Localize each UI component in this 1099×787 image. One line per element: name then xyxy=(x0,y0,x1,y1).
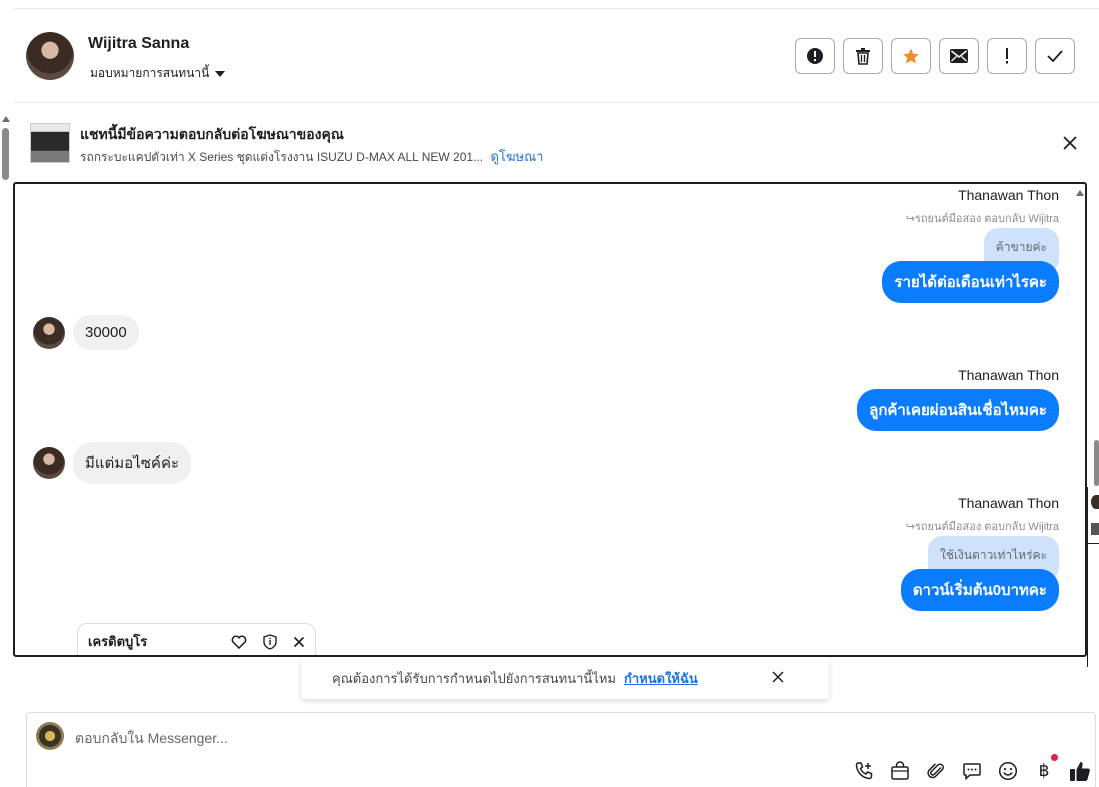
incoming-message[interactable]: 30000 xyxy=(73,315,139,350)
page-avatar xyxy=(36,722,64,750)
divider xyxy=(1088,543,1099,544)
mark-unread-button[interactable] xyxy=(939,38,979,74)
payment-button[interactable]: ฿ xyxy=(1033,754,1058,782)
left-scrollbar[interactable] xyxy=(0,110,12,787)
view-ad-link[interactable]: ดูโฆษณา xyxy=(490,149,543,164)
reminder-text: คุณต้องการได้รับการกำหนดไปยังการสนทนานี้… xyxy=(332,670,616,686)
avatar[interactable] xyxy=(33,447,65,479)
follow-up-button[interactable] xyxy=(987,38,1027,74)
outgoing-message[interactable]: ดาวน์เริ่มต้น0บาทคะ xyxy=(900,569,1059,611)
alert-circle-icon xyxy=(807,48,823,64)
messenger-inbox-page: Wijitra Sanna มอบหมายการสนทนานี้ แชทนี้ม… xyxy=(0,0,1099,787)
sender-name: Thanawan Thon xyxy=(958,187,1059,203)
star-icon xyxy=(903,48,919,64)
contact-name[interactable]: Wijitra Sanna xyxy=(88,35,189,53)
like-button[interactable] xyxy=(1069,760,1091,782)
saved-reply-icon xyxy=(963,763,981,781)
emoji-icon xyxy=(998,761,1018,781)
close-banner-button[interactable] xyxy=(1061,134,1079,152)
assign-reminder: คุณต้องการได้รับการกำหนดไปยังการสนทนานี้… xyxy=(301,657,829,699)
thread-scrollbar[interactable] xyxy=(1075,184,1085,655)
close-icon xyxy=(1063,136,1077,150)
shop-button[interactable] xyxy=(889,760,911,782)
close-icon[interactable] xyxy=(293,636,305,648)
ad-banner-subtitle: รถกระบะแคปตัวเท่า X Series ชุดแต่งโรงงาน… xyxy=(80,146,543,167)
outgoing-message[interactable]: รายได้ต่อเดือนเท่าไรคะ xyxy=(882,261,1059,303)
baht-icon: ฿ xyxy=(1038,761,1050,780)
incoming-message-row: มีแต่มอไซค์ค่ะ xyxy=(33,442,192,484)
ad-reply-banner: แชทนี้มีข้อความตอบกลับต่อโฆษณาของคุณ รถก… xyxy=(14,110,1099,176)
reply-composer[interactable]: ตอบกลับใน Messenger... ฿ xyxy=(26,712,1096,787)
trash-icon xyxy=(856,48,870,65)
side-panel-edge xyxy=(1087,487,1099,667)
shield-info-icon[interactable] xyxy=(263,633,277,650)
ad-thumbnail[interactable] xyxy=(30,123,70,163)
composer-toolbar: ฿ xyxy=(853,754,1091,782)
star-button[interactable] xyxy=(891,38,931,74)
outgoing-message[interactable]: ลูกค้าเคยผ่อนสินเชื่อไหมคะ xyxy=(857,389,1059,431)
reply-context: ↪รถยนต์มือสอง ตอบกลับ Wijitra xyxy=(905,213,1059,225)
ad-thumbnail xyxy=(1091,523,1099,535)
credit-bureau-tab[interactable]: เครดิตบูโร xyxy=(77,623,316,655)
ad-description: รถกระบะแคปตัวเท่า X Series ชุดแต่งโรงงาน… xyxy=(80,150,484,164)
phone-plus-icon xyxy=(855,762,873,780)
scroll-up-arrow-icon[interactable] xyxy=(2,116,10,122)
assign-conversation-dropdown[interactable]: มอบหมายการสนทนานี้ xyxy=(90,64,226,83)
shopping-bag-icon xyxy=(891,761,909,780)
credit-tab-actions xyxy=(231,633,305,650)
credit-tab-label: เครดิตบูโร xyxy=(88,634,148,649)
avatar xyxy=(1091,495,1099,509)
message-thread[interactable]: Thanawan Thon ↪รถยนต์มือสอง ตอบกลับ Wiji… xyxy=(13,182,1087,657)
close-icon xyxy=(772,671,784,683)
assign-label: มอบหมายการสนทนานี้ xyxy=(90,66,210,80)
emoji-button[interactable] xyxy=(997,760,1019,782)
attach-button[interactable] xyxy=(925,760,947,782)
reply-input[interactable]: ตอบกลับใน Messenger... xyxy=(75,728,228,750)
caret-down-icon xyxy=(215,70,226,77)
paperclip-icon xyxy=(927,763,944,779)
scroll-thumb[interactable] xyxy=(2,128,9,180)
dismiss-reminder-button[interactable] xyxy=(771,670,785,684)
ad-banner-title: แชทนี้มีข้อความตอบกลับต่อโฆษณาของคุณ xyxy=(80,126,344,142)
delete-button[interactable] xyxy=(843,38,883,74)
avatar[interactable] xyxy=(33,316,65,349)
scroll-up-arrow-icon[interactable] xyxy=(1076,190,1084,196)
conversation-header: Wijitra Sanna มอบหมายการสนทนานี้ xyxy=(14,9,1099,103)
heart-icon[interactable] xyxy=(231,635,247,649)
scroll-thumb[interactable] xyxy=(1094,440,1099,486)
sender-name: Thanawan Thon xyxy=(958,367,1059,383)
assign-to-me-link[interactable]: กำหนดให้ฉัน xyxy=(624,668,698,689)
saved-replies-button[interactable] xyxy=(961,760,983,782)
thumbs-up-icon xyxy=(1070,762,1090,781)
sender-name: Thanawan Thon xyxy=(958,495,1059,511)
spam-button[interactable] xyxy=(795,38,835,74)
exclamation-icon xyxy=(1006,48,1008,64)
incoming-message[interactable]: มีแต่มอไซค์ค่ะ xyxy=(73,442,192,484)
notification-dot xyxy=(1051,754,1058,761)
check-icon xyxy=(1047,50,1063,62)
call-button[interactable] xyxy=(853,760,875,782)
done-button[interactable] xyxy=(1035,38,1075,74)
header-actions xyxy=(795,38,1075,74)
contact-avatar[interactable] xyxy=(26,32,74,80)
incoming-message-row: 30000 xyxy=(33,315,139,350)
reply-context: ↪รถยนต์มือสอง ตอบกลับ Wijitra xyxy=(905,521,1059,533)
envelope-icon xyxy=(950,49,968,63)
